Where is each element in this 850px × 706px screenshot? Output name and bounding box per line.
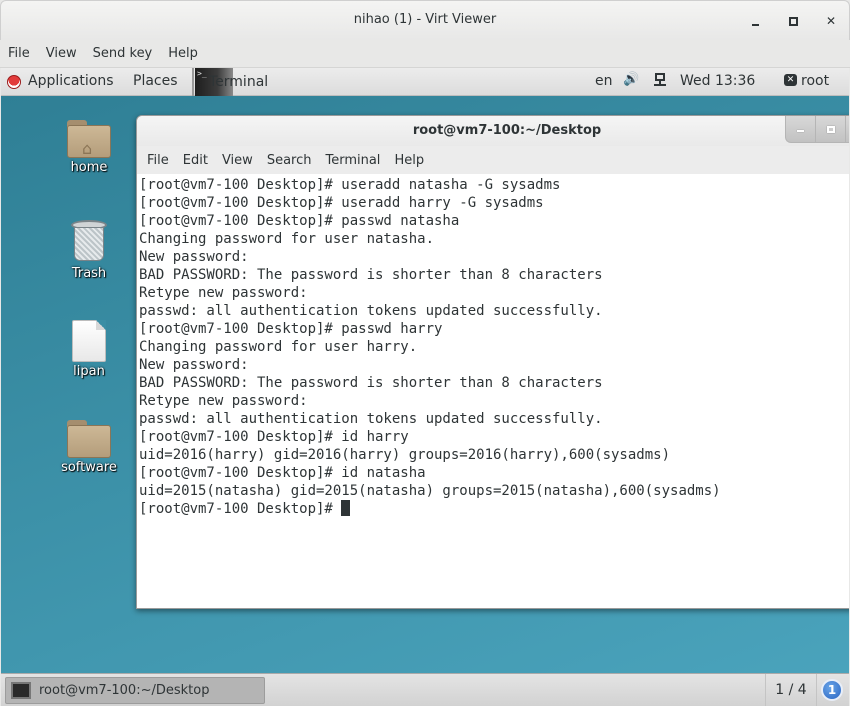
viewer-titlebar: nihao (1) - Virt Viewer ✕ <box>0 0 850 40</box>
terminal-title: root@vm7-100:~/Desktop <box>412 123 602 138</box>
bottom-taskbar: root@vm7-100:~/Desktop 1 / 4 1 <box>1 673 849 706</box>
viewer-close-button[interactable]: ✕ <box>819 9 843 33</box>
terminal-prompt-line[interactable]: [root@vm7-100 Desktop]# <box>139 500 849 518</box>
terminal-line: [root@vm7-100 Desktop]# useradd natasha … <box>139 177 561 193</box>
terminal-line: [root@vm7-100 Desktop]# useradd harry -G… <box>139 195 544 211</box>
desktop[interactable]: ⌂ home Trash lipan software root@vm7-100… <box>1 96 849 673</box>
taskbar-window-label: root@vm7-100:~/Desktop <box>39 683 210 698</box>
terminal-line: passwd: all authentication tokens update… <box>139 303 603 319</box>
trash-icon <box>71 220 107 264</box>
terminal-window: root@vm7-100:~/Desktop File Edit View Se… <box>136 115 849 609</box>
terminal-menu-view[interactable]: View <box>222 153 253 168</box>
terminal-prompt: [root@vm7-100 Desktop]# <box>139 501 342 517</box>
terminal-menu-help[interactable]: Help <box>394 153 424 168</box>
places-menu[interactable]: Places <box>133 73 178 89</box>
terminal-line: [root@vm7-100 Desktop]# id harry <box>139 429 409 445</box>
terminal-line: New password: <box>139 249 249 265</box>
terminal-line: [root@vm7-100 Desktop]# passwd harry <box>139 321 443 337</box>
terminal-menu-file[interactable]: File <box>147 153 169 168</box>
terminal-line: Changing password for user natasha. <box>139 231 435 247</box>
viewer-menu-file[interactable]: File <box>8 46 30 61</box>
folder-icon <box>67 420 111 458</box>
terminal-menubar: File Edit View Search Terminal Help <box>137 146 849 174</box>
maximize-icon <box>826 125 835 133</box>
viewer-menubar: File View Send key Help <box>0 40 850 68</box>
active-app-menu[interactable]: >_ Terminal <box>195 68 268 96</box>
close-icon: ✕ <box>825 14 837 28</box>
minimize-icon <box>797 130 804 132</box>
desktop-icon-label: home <box>70 160 108 175</box>
desktop-icon-label: software <box>61 460 117 475</box>
user-icon[interactable]: ✕ <box>784 74 797 86</box>
terminal-line: BAD PASSWORD: The password is shorter th… <box>139 267 603 283</box>
terminal-cursor <box>341 500 351 516</box>
text-file-icon <box>72 320 106 362</box>
desktop-icon-label: Trash <box>71 266 107 281</box>
terminal-line: Retype new password: <box>139 285 308 301</box>
terminal-window-controls <box>785 116 849 143</box>
home-folder-icon: ⌂ <box>67 120 111 158</box>
minimize-icon <box>751 24 759 26</box>
viewer-menu-help[interactable]: Help <box>168 46 198 61</box>
terminal-minimize-button[interactable] <box>786 116 816 142</box>
maximize-icon <box>788 16 798 26</box>
terminal-line: [root@vm7-100 Desktop]# passwd natasha <box>139 213 460 229</box>
terminal-line: [root@vm7-100 Desktop]# id natasha <box>139 465 426 481</box>
clock[interactable]: Wed 13:36 <box>680 73 755 89</box>
workspace-switcher[interactable]: 1 / 4 <box>765 674 817 706</box>
volume-icon[interactable]: 🔊 <box>623 72 639 87</box>
terminal-line: BAD PASSWORD: The password is shorter th… <box>139 375 603 391</box>
redhat-logo-icon <box>7 75 21 89</box>
topbar-separator <box>192 68 194 96</box>
terminal-menu-terminal[interactable]: Terminal <box>325 153 380 168</box>
viewer-minimize-button[interactable] <box>743 9 767 33</box>
desktop-icon-home[interactable]: ⌂ home <box>49 120 129 175</box>
network-wired-icon[interactable] <box>654 73 666 89</box>
terminal-line: uid=2016(harry) gid=2016(harry) groups=2… <box>139 447 671 463</box>
desktop-icon-lipan[interactable]: lipan <box>49 320 129 379</box>
gnome-top-bar: Applications Places >_ Terminal en 🔊 Wed… <box>1 68 849 96</box>
desktop-icon-label: lipan <box>73 364 105 379</box>
viewer-menu-view[interactable]: View <box>46 46 77 61</box>
terminal-icon <box>11 682 31 699</box>
viewer-maximize-button[interactable] <box>781 9 805 33</box>
user-menu[interactable]: root <box>801 73 829 89</box>
active-app-label: Terminal <box>209 74 269 90</box>
terminal-line: uid=2015(natasha) gid=2015(natasha) grou… <box>139 483 721 499</box>
terminal-line: New password: <box>139 357 249 373</box>
desktop-icon-trash[interactable]: Trash <box>49 220 129 281</box>
terminal-menu-edit[interactable]: Edit <box>183 153 208 168</box>
language-indicator[interactable]: en <box>595 73 613 89</box>
guest-display[interactable]: Applications Places >_ Terminal en 🔊 Wed… <box>1 68 849 706</box>
viewer-title: nihao (1) - Virt Viewer <box>353 12 497 27</box>
terminal-line: Retype new password: <box>139 393 308 409</box>
viewer-menu-send-key[interactable]: Send key <box>93 46 153 61</box>
terminal-titlebar[interactable]: root@vm7-100:~/Desktop <box>137 116 849 146</box>
taskbar-window-button[interactable]: root@vm7-100:~/Desktop <box>5 677 265 704</box>
terminal-output[interactable]: [root@vm7-100 Desktop]# useradd natasha … <box>137 174 849 608</box>
applications-menu[interactable]: Applications <box>28 73 114 89</box>
terminal-maximize-button[interactable] <box>816 116 846 142</box>
terminal-menu-search[interactable]: Search <box>267 153 312 168</box>
desktop-icon-software[interactable]: software <box>49 420 129 475</box>
terminal-line: Changing password for user harry. <box>139 339 418 355</box>
terminal-line: passwd: all authentication tokens update… <box>139 411 603 427</box>
notification-badge[interactable]: 1 <box>821 679 843 701</box>
